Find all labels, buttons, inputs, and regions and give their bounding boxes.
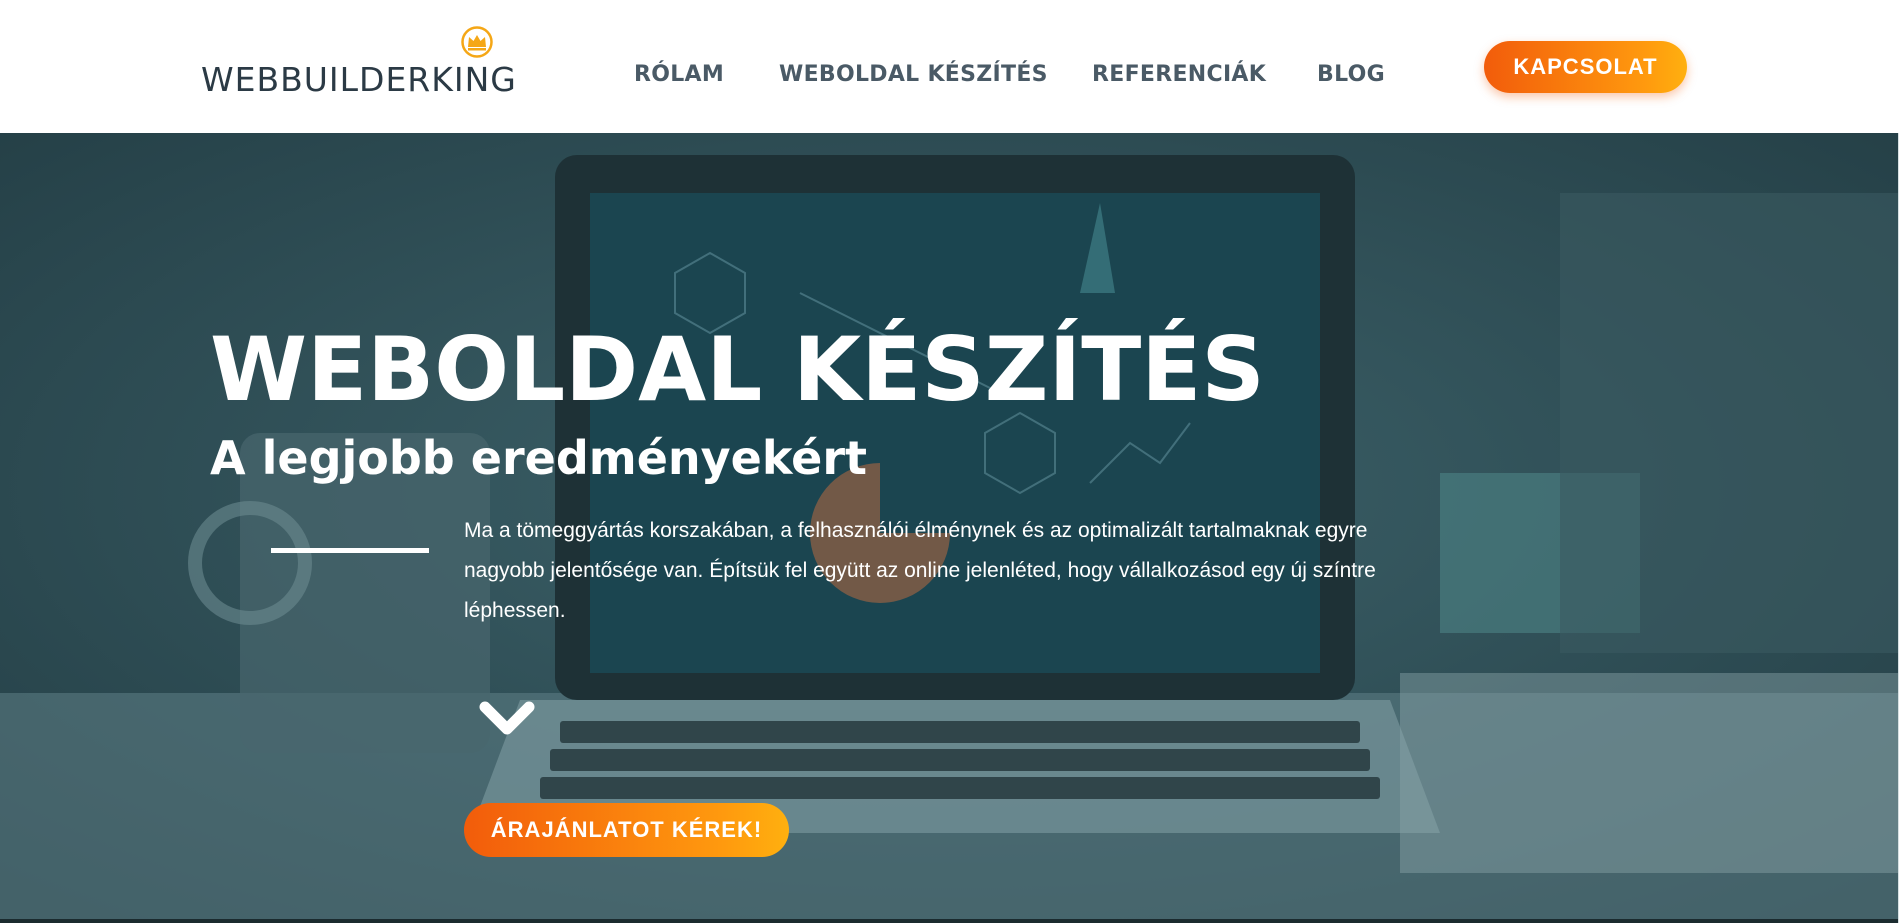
nav-item-weboldal-keszites[interactable]: WEBOLDAL KÉSZÍTÉS: [779, 62, 1048, 87]
hero-subtitle: A legjobb eredményekért: [210, 431, 868, 485]
hero-description: Ma a tömeggyártás korszakában, a felhasz…: [464, 519, 1376, 622]
hero-title: WEBOLDAL KÉSZÍTÉS: [210, 318, 1265, 421]
page: WEBBUILDERKING RÓLAM WEBOLDAL KÉSZÍTÉS R…: [0, 0, 1899, 923]
nav-item-rolam[interactable]: RÓLAM: [634, 62, 724, 87]
crown-icon: [461, 26, 493, 58]
chevron-down-icon[interactable]: [478, 698, 536, 742]
logo-text: WEBBUILDERKING: [201, 60, 517, 99]
site-header: WEBBUILDERKING RÓLAM WEBOLDAL KÉSZÍTÉS R…: [0, 0, 1899, 133]
contact-button[interactable]: KAPCSOLAT: [1484, 41, 1687, 93]
nav-item-referenciak[interactable]: REFERENCIÁK: [1092, 62, 1266, 87]
quote-request-button[interactable]: ÁRAJÁNLATOT KÉREK!: [464, 803, 789, 857]
accent-divider: [271, 548, 429, 553]
nav-item-blog[interactable]: BLOG: [1317, 62, 1385, 87]
hero-section: WEBOLDAL KÉSZÍTÉS A legjobb eredményekér…: [0, 133, 1899, 923]
logo[interactable]: WEBBUILDERKING: [201, 26, 541, 99]
